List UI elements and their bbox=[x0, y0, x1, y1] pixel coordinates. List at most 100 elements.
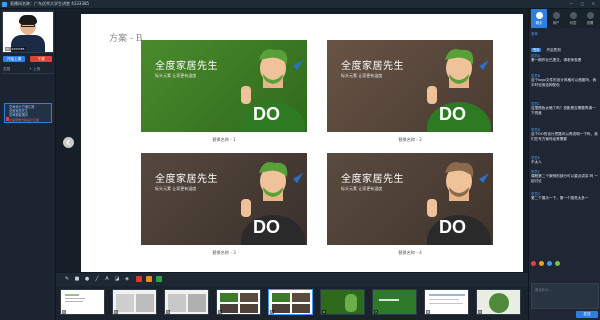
doc-line-3: 空间模板展示 bbox=[9, 113, 29, 117]
eraser-icon[interactable]: ◪ bbox=[114, 276, 120, 282]
line-icon[interactable]: ╱ bbox=[94, 276, 100, 282]
chat-input[interactable]: 说点什么... bbox=[531, 283, 599, 309]
design-card-1[interactable]: 全度家居先生 标头元素 让家更有温度 DO bbox=[141, 40, 307, 132]
card-subheading: 标头元素 让家更有温度 bbox=[155, 73, 197, 78]
chat-message: 学员A 第一期作业已提交，请老师查看 bbox=[531, 54, 599, 63]
thumbnail[interactable]: 3 bbox=[164, 289, 209, 315]
tab-label: 问答 bbox=[569, 21, 577, 25]
app-logo-icon bbox=[2, 2, 7, 7]
card-caption-1: 替换名称 - 1 bbox=[212, 137, 236, 142]
chat-sender: 老师 bbox=[531, 32, 538, 36]
drawing-toolbar: ✎ ■ ● ╱ A ◪ ◈ bbox=[56, 272, 528, 286]
chat-icon bbox=[535, 12, 543, 19]
send-button[interactable]: 发送 bbox=[576, 311, 598, 318]
thumbnail[interactable]: 8 bbox=[424, 289, 469, 315]
start-class-button[interactable]: 开始上课 bbox=[3, 56, 25, 62]
color-green-swatch[interactable] bbox=[156, 276, 162, 282]
right-tabs: 聊天 用户 问答 设置 bbox=[529, 9, 600, 28]
image-icon[interactable] bbox=[547, 261, 552, 266]
tab-users[interactable]: 用户 bbox=[548, 9, 564, 28]
gift-icon[interactable] bbox=[539, 261, 544, 266]
chat-message: 学员C 这里颜色太暗了吗？投影是否需要再调一下亮度 bbox=[531, 102, 599, 115]
divider bbox=[2, 73, 54, 74]
color-red-swatch[interactable] bbox=[136, 276, 142, 282]
card-subheading: 标头元素 让家更有温度 bbox=[341, 73, 383, 78]
card-subheading: 标头元素 让家更有温度 bbox=[341, 186, 383, 191]
chat-message: 学员F 课程第二个案例的部分可以重点讲讲 吗 一起讨论 bbox=[531, 170, 599, 183]
tab-chat[interactable]: 聊天 bbox=[531, 9, 547, 28]
thumbnail-number: 1 bbox=[62, 310, 66, 314]
tab-settings[interactable]: 设置 bbox=[582, 9, 598, 28]
tab-qa[interactable]: 问答 bbox=[565, 9, 581, 28]
thumbnail[interactable]: 4 bbox=[216, 289, 261, 315]
right-panel: 聊天 用户 问答 设置 老师 签到 开启签到 学员A 第一期作业已提交，请老师查… bbox=[528, 9, 600, 320]
thumbnail-active[interactable]: 5 bbox=[268, 289, 313, 315]
chat-tools bbox=[531, 261, 599, 267]
thumbnail-number: 4 bbox=[218, 310, 222, 314]
thumbnail-number: 9 bbox=[478, 310, 482, 314]
chat-text: 不太人 bbox=[531, 160, 542, 164]
card-heading: 全度家居先生 bbox=[341, 61, 404, 72]
card-heading: 全度家居先生 bbox=[155, 61, 218, 72]
tab-label: 设置 bbox=[586, 21, 594, 25]
thumbnail[interactable]: 9 bbox=[476, 289, 521, 315]
flower-icon[interactable] bbox=[555, 261, 560, 266]
thumbnail[interactable]: 6 bbox=[320, 289, 365, 315]
card-caption-3: 替换名称 - 3 bbox=[212, 250, 236, 255]
mascot-illustration: DO bbox=[427, 162, 491, 245]
thumbnail[interactable]: 1 bbox=[60, 289, 105, 315]
camera-label: ID: 4333385 bbox=[5, 47, 26, 51]
text-tool-icon[interactable]: A bbox=[104, 276, 110, 282]
thumbnail[interactable]: 2 bbox=[112, 289, 157, 315]
prev-slide-button[interactable] bbox=[63, 137, 74, 148]
tab-documents[interactable]: 文档 bbox=[3, 67, 10, 72]
chat-message: 学员G 第二个展示一下，第一个感觉太多一 bbox=[531, 192, 599, 201]
thumbnail[interactable]: 7 bbox=[372, 289, 417, 315]
doc-subtitle: 全度家居方案设计汇报 bbox=[9, 118, 40, 122]
gear-icon bbox=[586, 12, 594, 19]
card-logo: DO bbox=[253, 217, 280, 237]
chat-text: 这里颜色太暗了吗？投影是否需要再调一下亮度 bbox=[531, 106, 596, 115]
slide-viewer: 方案 - B 全度家居先生 标头元素 让家更有温度 DO 替换名称 - 1 全度… bbox=[56, 9, 528, 280]
end-class-button[interactable]: 下课 bbox=[30, 56, 52, 62]
document-item[interactable]: 空间设计方案汇报 全度家居先生 空间模板展示 全度家居方案设计汇报 bbox=[4, 103, 52, 123]
card-caption-2: 替换名称 - 2 bbox=[398, 137, 422, 142]
rect-icon[interactable]: ■ bbox=[74, 276, 80, 282]
slide-thumbnails: 1 2 3 4 5 6 7 8 9 bbox=[56, 286, 528, 320]
chat-input-placeholder: 说点什么... bbox=[535, 288, 552, 292]
thumbnail-number: 7 bbox=[374, 310, 378, 314]
checkin-badge[interactable]: 签到 bbox=[531, 48, 542, 52]
chat-text: 开启签到 bbox=[546, 48, 561, 52]
pen-icon[interactable]: ✎ bbox=[64, 276, 70, 282]
app-window: 直播间名称：广东优秀大学生讲堂 4333385 — □ ✕ ID: 433338… bbox=[0, 0, 600, 320]
chat-message: 学员B 这个logo文件的设计风格可以借鉴吗，我平时也用这种配色 bbox=[531, 74, 599, 87]
card-heading: 全度家居先生 bbox=[155, 174, 218, 185]
design-card-2[interactable]: 全度家居先生 标头元素 让家更有温度 DO bbox=[327, 40, 493, 132]
chevron-left-icon bbox=[66, 139, 70, 146]
chat-text: 课程第二个案例的部分可以重点讲讲 吗 一起讨论 bbox=[531, 174, 598, 183]
thumbnail-number: 2 bbox=[114, 310, 118, 314]
mascot-illustration: DO bbox=[241, 49, 305, 132]
emoji-icon[interactable] bbox=[531, 261, 536, 266]
circle-icon[interactable]: ● bbox=[84, 276, 90, 282]
window-controls[interactable]: — □ ✕ bbox=[569, 1, 598, 7]
card-logo: DO bbox=[439, 104, 466, 124]
color-orange-swatch[interactable] bbox=[146, 276, 152, 282]
chat-message: 老师 签到 开启签到 bbox=[531, 32, 599, 55]
design-card-3[interactable]: 全度家居先生 标头元素 让家更有温度 DO bbox=[141, 153, 307, 245]
card-logo: DO bbox=[253, 104, 280, 124]
question-icon bbox=[569, 12, 577, 19]
highlight-icon[interactable]: ◈ bbox=[124, 276, 130, 282]
chat-text: 第二个展示一下，第一个感觉太多一 bbox=[531, 196, 589, 200]
mascot-illustration: DO bbox=[427, 49, 491, 132]
chat-message: 学员E 不太人 bbox=[531, 156, 599, 165]
slide-title: 方案 - B bbox=[109, 34, 143, 44]
chat-message: 学员D 这个DO的设计思路可以再说明一下吗，我们在写方案时经常需要 bbox=[531, 128, 599, 141]
teacher-camera: ID: 4333385 bbox=[2, 11, 54, 53]
users-icon bbox=[552, 12, 560, 19]
design-card-4[interactable]: 全度家居先生 标头元素 让家更有温度 DO bbox=[327, 153, 493, 245]
window-title: 直播间名称：广东优秀大学生讲堂 4333385 bbox=[10, 1, 90, 6]
upload-button[interactable]: + 上传 bbox=[29, 67, 40, 72]
title-bar: 直播间名称：广东优秀大学生讲堂 4333385 — □ ✕ bbox=[0, 0, 600, 9]
thumbnail-number: 6 bbox=[322, 310, 326, 314]
